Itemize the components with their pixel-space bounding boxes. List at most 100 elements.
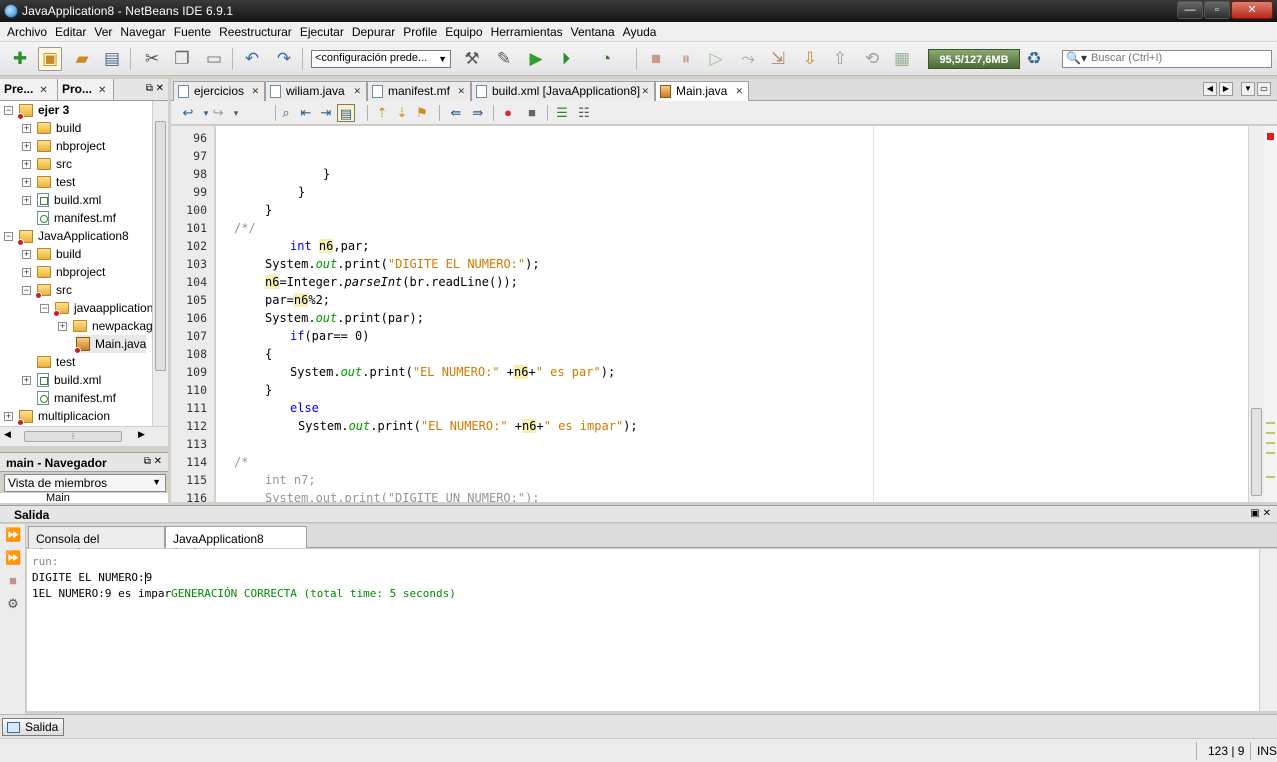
occurrence-marker[interactable] — [1266, 476, 1275, 478]
toggle-bookmark-icon[interactable]: ⚑ — [413, 104, 431, 122]
save-all-icon[interactable]: ▤ — [100, 47, 124, 71]
close-icon[interactable]: ✕ — [353, 86, 361, 97]
expand-icon[interactable]: + — [22, 249, 31, 259]
uncomment-icon[interactable]: ☷ — [575, 104, 593, 122]
scroll-thumb[interactable] — [155, 121, 166, 371]
tree-item-newpackage[interactable]: + newpackag — [58, 317, 152, 335]
collapse-icon[interactable]: − — [4, 105, 13, 115]
step-over-icon[interactable]: ⤳ — [736, 47, 760, 71]
error-marker-icon[interactable] — [1267, 133, 1274, 140]
expand-icon[interactable]: + — [22, 177, 31, 187]
settings-icon[interactable]: ⚙ — [5, 596, 21, 612]
tab-ejercicios[interactable]: ejercicios ✕ — [173, 81, 265, 101]
expand-icon[interactable]: + — [22, 159, 31, 169]
output-console[interactable]: run: DIGITE EL NUMERO:9 1EL NUMERO:9 es … — [27, 549, 1259, 711]
error-stripe[interactable] — [1264, 126, 1277, 502]
tree-horizontal-scrollbar[interactable]: ◀ ⦙ ▶ — [0, 426, 168, 446]
tab-manifest-mf[interactable]: manifest.mf ✕ — [367, 81, 471, 101]
start-macro-icon[interactable]: ● — [499, 104, 517, 122]
minimize-panel-icon[interactable]: ⧉ — [144, 456, 151, 467]
scroll-thumb[interactable] — [1251, 408, 1262, 496]
tree-item-build-xml[interactable]: + build.xml — [22, 371, 101, 389]
tab-proyectos[interactable]: Pro... ✕ — [58, 79, 114, 100]
menu-profile[interactable]: Profile — [399, 25, 441, 39]
tree-vertical-scrollbar[interactable] — [152, 101, 168, 426]
occurrence-marker[interactable] — [1266, 452, 1275, 454]
tree-item-test[interactable]: test — [22, 353, 75, 371]
scroll-right-icon[interactable]: ▶ — [138, 429, 145, 440]
rerun-different-params-icon[interactable]: ⏩ — [5, 550, 21, 566]
pause-icon[interactable]: ⏸ — [674, 47, 698, 71]
menu-depurar[interactable]: Depurar — [348, 25, 399, 39]
debug-icon[interactable]: ⏵ — [554, 47, 578, 71]
navigator-view-select[interactable]: Vista de miembros ▼ — [4, 474, 166, 492]
run-to-cursor-icon[interactable]: ⇧ — [828, 47, 852, 71]
back-icon[interactable]: ↩ — [179, 104, 197, 122]
minimized-output-tab[interactable]: Salida — [2, 718, 65, 736]
editor-vertical-scrollbar[interactable] — [1248, 126, 1264, 502]
menu-navegar[interactable]: Navegar — [116, 25, 169, 39]
tree-item-javaapplication8[interactable]: − JavaApplication8 — [4, 227, 129, 246]
menu-ver[interactable]: Ver — [90, 25, 116, 39]
tree-item-main-java[interactable]: Main.java — [74, 335, 147, 354]
expand-icon[interactable]: + — [22, 267, 31, 277]
menu-ayuda[interactable]: Ayuda — [619, 25, 661, 39]
minimize-button[interactable]: — — [1177, 1, 1203, 19]
menu-ejecutar[interactable]: Ejecutar — [296, 25, 348, 39]
collapse-icon[interactable]: − — [22, 285, 31, 295]
menu-herramientas[interactable]: Herramientas — [487, 25, 567, 39]
forward-history-icon[interactable]: ▾ — [227, 104, 245, 122]
occurrence-marker[interactable] — [1266, 422, 1275, 424]
tree-item-src[interactable]: + src — [22, 155, 72, 173]
run-icon[interactable]: ▶ — [524, 47, 548, 71]
expand-icon[interactable]: + — [22, 375, 31, 385]
stop-icon[interactable]: ■ — [5, 573, 21, 589]
maximize-editor-icon[interactable]: ▭ — [1257, 82, 1271, 96]
tree-item-multiplicacion[interactable]: + multiplicacion — [4, 407, 110, 426]
close-icon[interactable]: ✕ — [251, 86, 259, 97]
tree-item-manifest[interactable]: manifest.mf — [37, 389, 116, 407]
find-previous-icon[interactable]: ⇤ — [297, 104, 315, 122]
apply-changes-icon[interactable]: ⟲ — [860, 47, 884, 71]
tab-run-output[interactable]: JavaApplication8 (run)✕ — [165, 526, 307, 560]
paste-icon[interactable]: ▭ — [202, 47, 226, 71]
close-icon[interactable]: ✕ — [156, 83, 164, 94]
configuration-select[interactable]: <configuración prede... ▼ — [311, 50, 451, 68]
profile-icon[interactable]: ◔ — [594, 47, 618, 71]
close-icon[interactable]: ✕ — [641, 86, 649, 97]
expand-icon[interactable]: + — [4, 411, 13, 421]
menu-editar[interactable]: Editar — [51, 25, 90, 39]
redo-icon[interactable]: ↷ — [272, 47, 296, 71]
maximize-button[interactable]: ▫ — [1204, 1, 1230, 19]
undo-icon[interactable]: ↶ — [240, 47, 264, 71]
search-input[interactable]: 🔍▾ Buscar (Ctrl+I) — [1062, 50, 1272, 68]
garbage-collect-icon[interactable]: ♻ — [1022, 47, 1046, 71]
close-icon[interactable]: ✕ — [735, 86, 743, 97]
scroll-tabs-right-icon[interactable]: ▶ — [1219, 82, 1233, 96]
scroll-thumb[interactable]: ⦙ — [24, 431, 122, 442]
toggle-highlight-search-icon[interactable]: ▤ — [337, 104, 355, 122]
stop-icon[interactable]: ■ — [644, 47, 668, 71]
tree-item-build[interactable]: + build — [22, 119, 81, 137]
tree-item-build[interactable]: + build — [22, 245, 81, 263]
collapse-icon[interactable]: − — [40, 303, 49, 313]
menu-reestructurar[interactable]: Reestructurar — [215, 25, 296, 39]
maximize-panel-icon[interactable]: ▣ — [1250, 508, 1259, 519]
scroll-tabs-left-icon[interactable]: ◀ — [1203, 82, 1217, 96]
copy-icon[interactable]: ❐ — [170, 47, 194, 71]
expand-icon[interactable]: + — [22, 141, 31, 151]
previous-bookmark-icon[interactable]: ⇡ — [373, 104, 391, 122]
tab-debugger-console[interactable]: Consola del depurador✕ — [28, 526, 165, 560]
menu-fuente[interactable]: Fuente — [170, 25, 215, 39]
navigator-item-main[interactable]: Main — [46, 493, 70, 503]
find-selection-icon[interactable]: ⌕ — [277, 104, 295, 122]
step-out-icon[interactable]: ⇩ — [798, 47, 822, 71]
minimize-panel-icon[interactable]: ⧉ — [146, 83, 153, 94]
new-file-icon[interactable]: ✚ — [8, 47, 32, 71]
collapse-icon[interactable]: − — [4, 231, 13, 241]
memory-usage[interactable]: 95,5/127,6MB — [928, 49, 1020, 69]
tab-main-java[interactable]: Main.java ✕ — [655, 81, 749, 101]
menu-equipo[interactable]: Equipo — [441, 25, 486, 39]
expand-icon[interactable]: + — [22, 195, 31, 205]
scroll-left-icon[interactable]: ◀ — [4, 429, 11, 440]
